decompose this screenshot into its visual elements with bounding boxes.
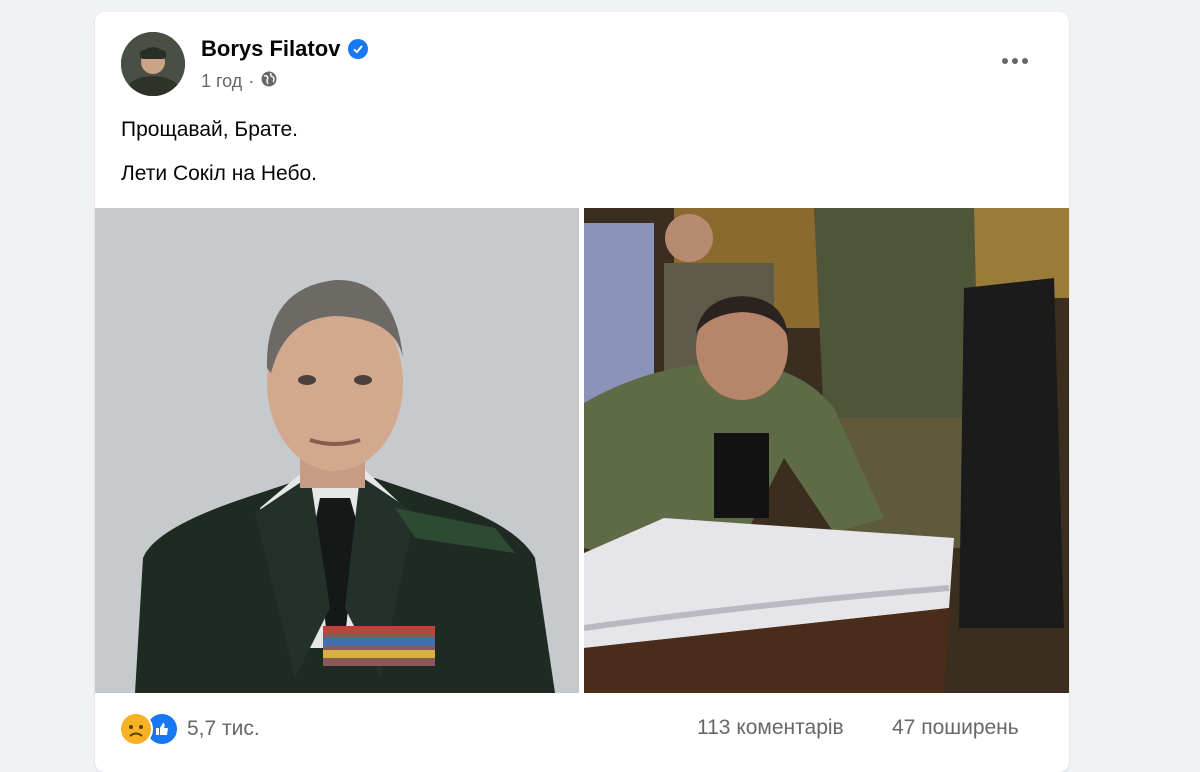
dot	[1002, 58, 1008, 64]
author-avatar[interactable]	[121, 32, 185, 96]
dot	[1012, 58, 1018, 64]
post-card: Borys Filatov 1 год · Прощавай, Брате. Л…	[95, 12, 1069, 772]
funeral-ceremony-photo[interactable]	[584, 208, 1069, 693]
post-time[interactable]: 1 год	[201, 71, 242, 92]
comments-count-link[interactable]: 113 коментарів	[697, 716, 844, 740]
author-name-row: Borys Filatov	[201, 36, 369, 62]
author-name[interactable]: Borys Filatov	[201, 36, 340, 62]
reaction-count: 5,7 тис.	[187, 717, 260, 740]
officer-portrait-illustration	[95, 208, 579, 693]
post-footer: 5,7 тис. 113 коментарів 47 поширень	[95, 712, 1069, 752]
globe-icon[interactable]	[260, 70, 278, 93]
meta-separator: ·	[248, 71, 255, 91]
verified-badge-icon	[348, 39, 369, 59]
reactions-summary[interactable]: 5,7 тис.	[119, 712, 260, 746]
post-meta: 1 год ·	[201, 70, 278, 93]
funeral-ceremony-illustration	[584, 208, 1069, 693]
sad-reaction-icon	[119, 712, 153, 746]
post-text-line-2: Лети Сокіл на Небо.	[121, 162, 317, 185]
dot	[1022, 58, 1028, 64]
more-options-icon[interactable]	[997, 48, 1033, 74]
shares-count-link[interactable]: 47 поширень	[892, 716, 1019, 740]
officer-portrait-photo[interactable]	[95, 208, 579, 693]
avatar-image	[121, 32, 185, 96]
post-text-line-1: Прощавай, Брате.	[121, 118, 298, 141]
